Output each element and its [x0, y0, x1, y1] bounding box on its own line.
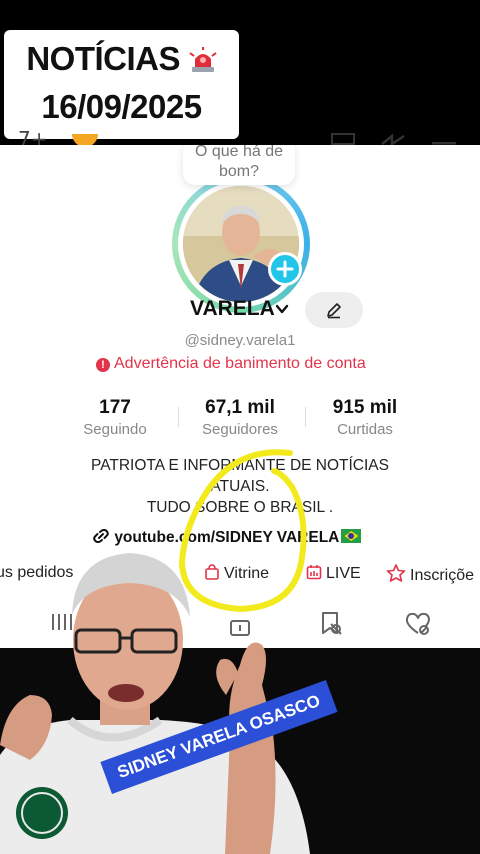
stat-label: Curtidas	[337, 421, 393, 438]
stat-label: Seguindo	[83, 421, 147, 438]
avatar-story-ring[interactable]	[172, 175, 310, 313]
stat-likes[interactable]: 915 mil Curtidas	[320, 397, 410, 438]
star-heart-icon	[386, 564, 406, 582]
status-bubble[interactable]: O que há de bom?	[183, 145, 295, 185]
stat-value: 177	[99, 397, 131, 418]
stat-value: 67,1 mil	[205, 397, 275, 418]
pencil-icon	[327, 303, 341, 319]
stat-value: 915 mil	[332, 397, 398, 418]
divider	[178, 407, 179, 427]
shortcut-subscription[interactable]: Inscriçõe	[386, 564, 474, 585]
chevron-down-icon[interactable]	[274, 301, 290, 317]
brazil-flag-icon	[341, 529, 362, 543]
alert-icon: !	[96, 358, 110, 372]
stat-followers[interactable]: 67,1 mil Seguidores	[190, 397, 290, 438]
stat-following[interactable]: 177 Seguindo	[78, 397, 152, 438]
headline-card: NOTÍCIAS 16/09/2025	[4, 30, 239, 139]
stat-label: Seguidores	[202, 421, 278, 438]
name-row: VARELA	[0, 292, 480, 328]
link-icon	[93, 528, 109, 544]
siren-icon	[189, 47, 217, 72]
divider	[305, 407, 306, 427]
add-story-button[interactable]	[268, 252, 302, 286]
profile-name[interactable]: VARELA	[190, 297, 275, 321]
ban-warning[interactable]: ! Advertência de banimento de conta	[96, 355, 366, 373]
headline-title: NOTÍCIAS	[4, 40, 239, 78]
profile-handle: @sidney.varela1	[184, 332, 296, 349]
headline-date: 16/09/2025	[41, 88, 202, 125]
edit-profile-button[interactable]	[305, 292, 363, 328]
liked-tab-icon[interactable]	[404, 611, 432, 637]
